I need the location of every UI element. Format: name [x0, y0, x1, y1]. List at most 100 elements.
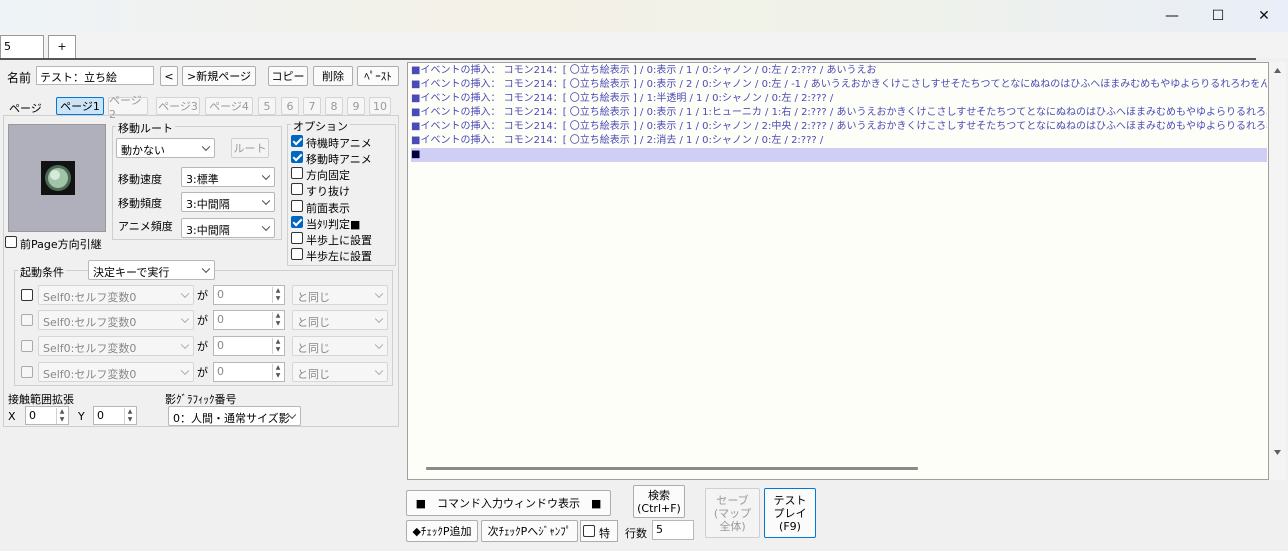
contact-y-value: 0: [97, 409, 104, 422]
anim-freq-select[interactable]: 3:中間隔: [181, 218, 275, 238]
route-button[interactable]: ルート: [231, 138, 269, 158]
event-graphic[interactable]: [8, 124, 106, 232]
condition-checkbox-1[interactable]: [21, 289, 33, 301]
chevron-down-icon: [180, 366, 190, 376]
shadow-select[interactable]: 0：人間・通常サイズ影: [168, 406, 301, 426]
save-button[interactable]: セーブ (マップ 全体): [705, 488, 760, 538]
condition-checkbox-3[interactable]: [21, 340, 33, 352]
command-list[interactable]: ■イベントの挿入： コモン214：[ 〇立ち絵表示 ] / 0:表示 / 1 /…: [407, 62, 1269, 480]
spinner-arrows-icon[interactable]: ▲ ▼: [56, 408, 67, 424]
condition-compare-value: と同じ: [297, 368, 330, 381]
new-page-button[interactable]: >新規ページ: [182, 66, 256, 86]
condition-number: 0: [217, 365, 224, 378]
condition-var-select-3[interactable]: Self0:セルフ変数0: [38, 336, 194, 356]
maximize-button[interactable]: ☐: [1195, 0, 1241, 32]
command-window-button[interactable]: ■ コマンド入力ウィンドウ表示 ■: [406, 490, 611, 516]
trigger-value: 決定キーで実行: [93, 266, 170, 279]
search-shortcut: (Ctrl+F): [637, 501, 681, 515]
name-label: 名前: [7, 71, 32, 85]
condition-var-select-1[interactable]: Self0:セルフ変数0: [38, 285, 194, 305]
command-line-selected[interactable]: ■: [411, 148, 1267, 162]
page-tab-6[interactable]: 6: [281, 97, 299, 115]
spinner-arrows-icon[interactable]: ▲ ▼: [272, 287, 283, 303]
next-check-jump-button[interactable]: 次ﾁｪｯｸPへｼﾞｬﾝﾌﾟ: [481, 520, 578, 542]
command-line[interactable]: ■イベントの挿入： コモン214：[ 〇立ち絵表示 ] / 1:半透明 / 1 …: [411, 92, 1267, 106]
condition-value-input-4[interactable]: 0 ▲ ▼: [213, 362, 285, 382]
test-play-button[interactable]: テスト プレイ (F9): [764, 488, 816, 538]
minimize-button[interactable]: —: [1149, 0, 1195, 32]
condition-compare-select-2[interactable]: と同じ: [292, 310, 388, 330]
vertical-scrollbar[interactable]: [1269, 62, 1286, 480]
search-button[interactable]: 検索 (Ctrl+F): [633, 485, 685, 518]
lines-input[interactable]: 5: [652, 520, 694, 540]
page-tab-1[interactable]: ページ1: [56, 97, 104, 115]
condition-checkbox-2[interactable]: [21, 314, 33, 326]
page-tab-4[interactable]: ページ4: [205, 97, 253, 115]
move-freq-select[interactable]: 3:中間隔: [181, 192, 275, 212]
paste-button[interactable]: ﾍﾟｰｽﾄ: [357, 66, 399, 86]
chevron-down-icon: [374, 314, 384, 324]
chevron-down-icon: [261, 222, 271, 232]
page-tab-8[interactable]: 8: [325, 97, 343, 115]
contact-x-label: X: [8, 410, 16, 423]
option-checkbox-idle-anim[interactable]: [291, 135, 303, 147]
chevron-down-icon: [180, 314, 190, 324]
condition-compare-select-4[interactable]: と同じ: [292, 362, 388, 382]
chevron-down-icon: [374, 340, 384, 350]
condition-number: 0: [217, 339, 224, 352]
save-label-3: 全体): [719, 519, 746, 533]
condition-var-select-2[interactable]: Self0:セルフ変数0: [38, 310, 194, 330]
condition-value-input-1[interactable]: 0 ▲ ▼: [213, 285, 285, 305]
close-button[interactable]: ✕: [1241, 0, 1287, 32]
option-checkbox-half-up[interactable]: [291, 232, 303, 244]
command-line[interactable]: ■イベントの挿入： コモン214：[ 〇立ち絵表示 ] / 0:表示 / 1 /…: [411, 64, 1267, 78]
name-input[interactable]: テスト：立ち絵: [36, 66, 154, 85]
horizontal-scroll-thumb[interactable]: [426, 467, 918, 470]
condition-checkbox-4[interactable]: [21, 366, 33, 378]
move-route-select[interactable]: 動かない: [116, 138, 215, 158]
tab-event-5[interactable]: 5: [0, 35, 44, 59]
option-checkbox-hit-check[interactable]: [291, 216, 303, 228]
special-checkbox[interactable]: [583, 525, 595, 537]
condition-compare-select-1[interactable]: と同じ: [292, 285, 388, 305]
condition-var-select-4[interactable]: Self0:セルフ変数0: [38, 362, 194, 382]
scroll-up-icon[interactable]: [1269, 62, 1286, 79]
condition-value-input-2[interactable]: 0 ▲ ▼: [213, 310, 285, 330]
option-checkbox-half-left[interactable]: [291, 248, 303, 260]
page-tab-10[interactable]: 10: [369, 97, 391, 115]
spinner-arrows-icon[interactable]: ▲ ▼: [124, 408, 135, 424]
contact-x-input[interactable]: 0 ▲ ▼: [25, 406, 69, 425]
scroll-down-icon[interactable]: [1269, 444, 1286, 461]
option-checkbox-pass-through[interactable]: [291, 183, 303, 195]
spinner-arrows-icon[interactable]: ▲ ▼: [272, 312, 283, 328]
spinner-arrows-icon[interactable]: ▲ ▼: [272, 364, 283, 380]
option-checkbox-fixed-dir[interactable]: [291, 167, 303, 179]
page-tab-3[interactable]: ページ3: [156, 97, 200, 115]
trigger-select[interactable]: 決定キーで実行: [88, 260, 215, 280]
chevron-down-icon: [201, 264, 211, 274]
condition-compare-select-3[interactable]: と同じ: [292, 336, 388, 356]
option-checkbox-move-anim[interactable]: [291, 151, 303, 163]
page-tab-5[interactable]: 5: [258, 97, 276, 115]
copy-button[interactable]: コピー: [268, 66, 308, 86]
check-add-button[interactable]: ◆ﾁｪｯｸP追加: [406, 520, 478, 542]
page-tab-9[interactable]: 9: [347, 97, 365, 115]
prev-page-button[interactable]: <: [160, 66, 178, 86]
page-tab-7[interactable]: 7: [303, 97, 321, 115]
add-tab-button[interactable]: +: [48, 35, 76, 59]
page-tab-2[interactable]: ページ2: [108, 94, 148, 121]
special-toggle[interactable]: 特: [580, 520, 618, 542]
command-line[interactable]: ■イベントの挿入： コモン214：[ 〇立ち絵表示 ] / 0:表示 / 2 /…: [411, 78, 1267, 92]
command-line[interactable]: ■イベントの挿入： コモン214：[ 〇立ち絵表示 ] / 2:消去 / 1 /…: [411, 134, 1267, 148]
move-speed-select[interactable]: 3:標準: [181, 167, 275, 187]
option-checkbox-front-display[interactable]: [291, 200, 303, 212]
command-line[interactable]: ■イベントの挿入： コモン214：[ 〇立ち絵表示 ] / 0:表示 / 1 /…: [411, 120, 1267, 134]
delete-button[interactable]: 削除: [313, 66, 353, 86]
condition-value-input-3[interactable]: 0 ▲ ▼: [213, 336, 285, 356]
prev-page-dir-checkbox[interactable]: [5, 236, 17, 248]
option-label: 半歩上に設置: [306, 234, 372, 247]
chevron-down-icon: [180, 340, 190, 350]
contact-y-input[interactable]: 0 ▲ ▼: [93, 406, 137, 425]
command-line[interactable]: ■イベントの挿入： コモン214：[ 〇立ち絵表示 ] / 0:表示 / 1 /…: [411, 106, 1267, 120]
spinner-arrows-icon[interactable]: ▲ ▼: [272, 338, 283, 354]
